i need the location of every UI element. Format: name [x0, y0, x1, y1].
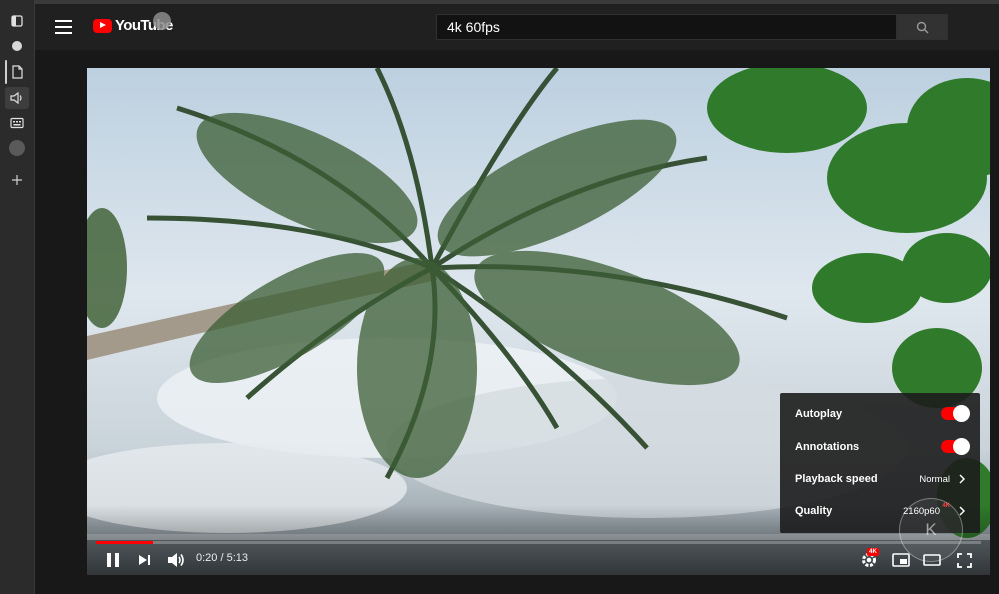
- browser-sidebar: [0, 0, 35, 594]
- chevron-right-icon: [959, 506, 965, 516]
- miniplayer-icon: [892, 553, 910, 567]
- miniplayer-button[interactable]: [889, 549, 913, 571]
- youtube-header: YouTube 4k 60fps: [35, 4, 999, 50]
- next-button[interactable]: [133, 549, 155, 571]
- speaker-icon[interactable]: [5, 87, 29, 109]
- fullscreen-button[interactable]: [952, 549, 976, 571]
- search-icon: [916, 21, 929, 33]
- menu-item-annotations[interactable]: Annotations: [780, 431, 980, 463]
- chevron-right-icon: [959, 474, 965, 484]
- annotations-toggle[interactable]: [941, 438, 970, 455]
- video-player[interactable]: Autoplay Annotations Playback speed Norm…: [87, 68, 990, 575]
- quality-label: Quality: [795, 505, 833, 517]
- profile-circle-icon[interactable]: [5, 137, 29, 159]
- fullscreen-icon: [956, 552, 972, 568]
- toggle-knob: [953, 438, 970, 455]
- sidebar-toggle-icon[interactable]: [5, 10, 29, 32]
- document-icon[interactable]: [5, 61, 29, 83]
- pause-icon: [107, 553, 119, 567]
- theater-mode-button[interactable]: [920, 549, 944, 571]
- search-input[interactable]: 4k 60fps: [436, 14, 897, 40]
- autoplay-toggle[interactable]: [941, 405, 970, 422]
- playback-speed-label: Playback speed: [795, 473, 878, 485]
- mute-button[interactable]: [164, 549, 188, 571]
- progress-played: [96, 541, 153, 544]
- menu-item-autoplay[interactable]: Autoplay: [780, 398, 980, 430]
- autoplay-label: Autoplay: [795, 408, 843, 420]
- keyboard-icon[interactable]: [5, 112, 29, 134]
- plus-icon[interactable]: [5, 169, 29, 191]
- volume-icon: [168, 553, 184, 567]
- toggle-knob: [953, 405, 970, 422]
- settings-4k-badge: 4K: [867, 548, 879, 556]
- progress-bar[interactable]: [96, 541, 981, 544]
- hamburger-menu-icon[interactable]: [55, 20, 72, 34]
- time-display: 0:20 / 5:13: [196, 552, 248, 564]
- theater-mode-icon: [923, 554, 941, 566]
- youtube-play-logo-icon: [93, 18, 112, 33]
- pause-button[interactable]: [101, 549, 125, 571]
- playback-speed-value: Normal: [919, 473, 950, 485]
- menu-item-playback-speed[interactable]: Playback speed Normal: [780, 463, 980, 495]
- watermark-letter: K: [925, 520, 937, 539]
- search-button[interactable]: [897, 14, 948, 40]
- circle-icon[interactable]: [5, 35, 29, 57]
- next-icon: [138, 555, 150, 565]
- annotations-label: Annotations: [795, 441, 860, 453]
- mouse-cursor-dot: [153, 12, 171, 30]
